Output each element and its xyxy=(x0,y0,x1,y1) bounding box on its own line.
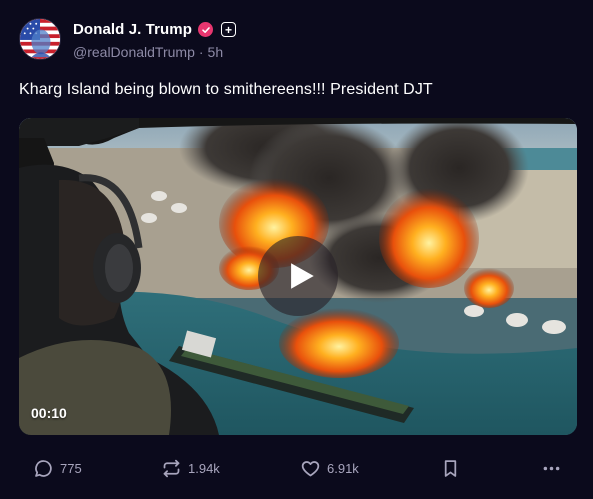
like-count: 6.91k xyxy=(327,460,359,476)
post-actions: 775 1.94k 6.91k xyxy=(0,455,593,481)
reply-count: 775 xyxy=(60,460,82,476)
post-timestamp[interactable]: 5h xyxy=(208,44,224,60)
flag-portrait-icon xyxy=(20,19,60,59)
post-card: Donald J. Trump + @realDonaldTrump · 5h … xyxy=(0,0,593,499)
bookmark-icon xyxy=(444,459,457,477)
author-meta: @realDonaldTrump · 5h xyxy=(73,44,223,60)
avatar[interactable] xyxy=(19,18,61,60)
repost-button[interactable]: 1.94k xyxy=(161,455,220,481)
plus-icon[interactable]: + xyxy=(221,22,237,37)
play-button[interactable] xyxy=(258,236,338,316)
post-text: Kharg Island being blown to smithereens!… xyxy=(19,81,433,98)
check-badge-icon xyxy=(198,22,214,37)
heart-icon xyxy=(301,460,320,476)
author-handle[interactable]: @realDonaldTrump xyxy=(73,44,195,60)
repost-icon xyxy=(163,459,180,477)
repost-count: 1.94k xyxy=(188,460,220,476)
like-button[interactable]: 6.91k xyxy=(300,455,359,481)
play-icon xyxy=(291,263,314,289)
bookmark-button[interactable] xyxy=(440,455,461,481)
meta-separator: · xyxy=(198,44,204,60)
video-duration: 00:10 xyxy=(31,405,67,421)
video-player[interactable]: 00:10 xyxy=(19,118,577,435)
author-name-row: Donald J. Trump + xyxy=(73,21,237,38)
author-display-name[interactable]: Donald J. Trump xyxy=(73,21,192,38)
reply-button[interactable]: 775 xyxy=(33,455,82,481)
more-horizontal-icon xyxy=(543,466,560,470)
comment-icon xyxy=(35,459,52,477)
more-options-button[interactable] xyxy=(541,455,562,481)
